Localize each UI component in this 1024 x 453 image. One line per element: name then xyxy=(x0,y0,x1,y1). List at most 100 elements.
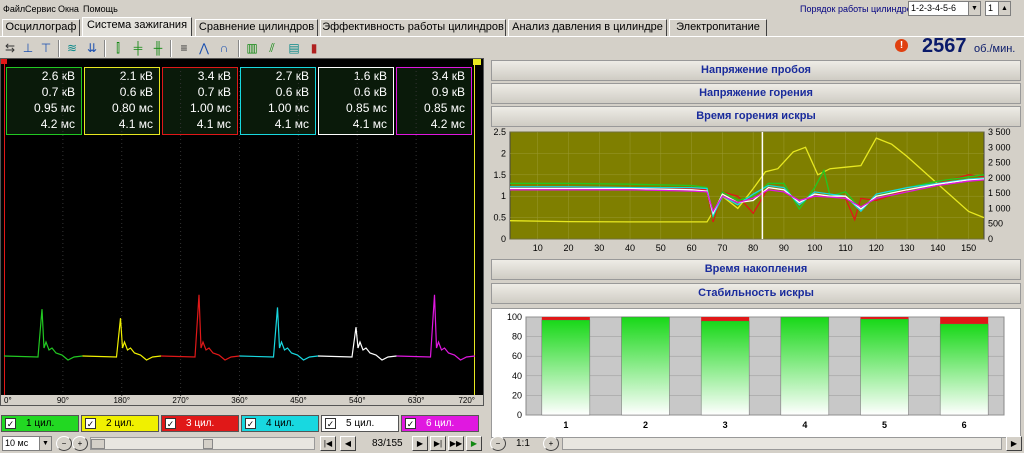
stability-bar-red xyxy=(940,317,989,324)
trend-x-tick: 110 xyxy=(838,243,852,253)
waveform-invert-icon[interactable]: ⊤ xyxy=(38,40,54,56)
next-frame-icon[interactable]: ▶ xyxy=(412,436,428,451)
cursor-tool-icon[interactable]: ⇆ xyxy=(2,40,18,56)
zoom-in-icon[interactable]: + xyxy=(543,436,559,451)
cylinder-3-toggle[interactable]: ✓ 3 цил. xyxy=(161,415,239,432)
bar-y-tick: 0 xyxy=(517,410,522,420)
scatter-graph-icon[interactable]: ▤ xyxy=(286,40,302,56)
menu-windows[interactable]: Окна xyxy=(58,4,79,14)
trend-x-tick: 120 xyxy=(869,243,884,253)
timebase-select[interactable]: 10 мс ▼ xyxy=(2,436,52,451)
scope-axis-tick: 180° xyxy=(113,396,130,405)
bar-x-tick: 3 xyxy=(723,420,728,430)
trend-x-tick: 70 xyxy=(717,243,727,253)
tab-cylinder-efficiency[interactable]: Эффективность работы цилиндров xyxy=(320,19,506,36)
marker-icon[interactable]: ⇊ xyxy=(84,40,100,56)
firing-order-index-spinner[interactable]: 1 ▲ xyxy=(985,1,1011,16)
checkbox-icon[interactable]: ✓ xyxy=(405,417,416,429)
section-spark-stability[interactable]: Стабильность искры xyxy=(491,283,1021,304)
trend-y-left-tick: 2 xyxy=(501,148,506,158)
warning-icon: ! xyxy=(895,39,908,52)
bar-x-tick: 4 xyxy=(802,420,807,430)
scroll-thumb[interactable] xyxy=(203,439,213,449)
trend-x-tick: 20 xyxy=(563,243,573,253)
chart-zoom-bar: − 1:1 + ▶ xyxy=(488,434,1024,453)
section-spark-duration[interactable]: Время горения искры xyxy=(491,106,1021,127)
oscilloscope-view[interactable]: 2.6 кВ 0.7 кВ 0.95 мс 4.2 мс 2.1 кВ 0.6 кВ 0.… xyxy=(0,58,484,406)
waveform-zoom-icon[interactable]: ⊥ xyxy=(20,40,36,56)
frame-counter: 83/155 xyxy=(372,438,403,449)
scope-axis-tick: 540° xyxy=(349,396,366,405)
checkbox-icon[interactable]: ✓ xyxy=(245,417,256,429)
trend-y-left-tick: 0 xyxy=(501,234,506,244)
bar-x-tick: 2 xyxy=(643,420,648,430)
cylinder-2-toggle[interactable]: ✓ 2 цил. xyxy=(81,415,159,432)
tab-cylinder-compare[interactable]: Сравнение цилиндров xyxy=(195,19,318,36)
firing-order-select[interactable]: 1-2-3-4-5-6 ▼ xyxy=(908,1,981,16)
stability-bar-green xyxy=(860,318,909,416)
scroll-left-icon[interactable] xyxy=(91,439,105,449)
bar-plot-area xyxy=(525,316,1005,416)
checkbox-icon[interactable]: ✓ xyxy=(85,417,96,429)
zoom-level: 1:1 xyxy=(516,438,530,449)
parade-view-icon[interactable]: ⫿ xyxy=(110,40,126,56)
bar-x-tick: 1 xyxy=(563,420,568,430)
bar-graph-icon[interactable]: ▥ xyxy=(244,40,260,56)
last-frame-icon[interactable]: ▶▶ xyxy=(448,436,464,451)
play-icon[interactable]: ▶ xyxy=(466,436,482,451)
chart-scroll-track[interactable] xyxy=(562,437,1002,450)
section-burn-voltage[interactable]: Напряжение горения xyxy=(491,83,1021,104)
tab-cylinder-pressure[interactable]: Анализ давления в цилиндре xyxy=(508,19,667,36)
checkbox-icon[interactable]: ✓ xyxy=(325,417,336,429)
rpm-unit: об./мин. xyxy=(974,43,1016,55)
curve-icon[interactable]: ∩ xyxy=(216,40,232,56)
trend-y-right-tick: 500 xyxy=(988,219,1003,229)
trend-x-tick: 90 xyxy=(779,243,789,253)
overlay-view-icon[interactable]: ╪ xyxy=(130,40,146,56)
zoom-out-icon[interactable]: − xyxy=(490,436,506,451)
menu-file[interactable]: Файл xyxy=(3,4,25,14)
spark-stability-bar-chart: 0 20 40 60 80 100 1 2 3 4 5 6 xyxy=(491,308,1021,438)
checkbox-icon[interactable]: ✓ xyxy=(165,417,176,429)
cylinder-4-toggle[interactable]: ✓ 4 цил. xyxy=(241,415,319,432)
bar-y-tick: 80 xyxy=(512,332,522,342)
trend-y-right-tick: 3 500 xyxy=(988,128,1011,137)
tab-power-supply[interactable]: Электропитание xyxy=(669,19,767,36)
zoom-in-icon[interactable]: + xyxy=(72,436,88,451)
section-breakdown-voltage[interactable]: Напряжение пробоя xyxy=(491,60,1021,81)
scroll-track[interactable] xyxy=(90,437,315,450)
trend-y-left-tick: 2.5 xyxy=(493,128,506,137)
raster-view-icon[interactable]: ╫ xyxy=(150,40,166,56)
cylinder-6-toggle[interactable]: ✓ 6 цил. xyxy=(401,415,479,432)
bar-y-tick: 100 xyxy=(507,312,522,322)
trend-x-tick: 80 xyxy=(748,243,758,253)
menu-help[interactable]: Помощь xyxy=(83,4,118,14)
scroll-right-icon[interactable]: ▶ xyxy=(1006,436,1022,451)
cylinder-5-toggle[interactable]: ✓ 5 цил. xyxy=(321,415,399,432)
first-frame-icon[interactable]: |◀ xyxy=(320,436,336,451)
zoom-out-icon[interactable]: − xyxy=(56,436,72,451)
spark-filter-icon[interactable]: ≋ xyxy=(64,40,80,56)
trend-graph-icon[interactable]: ⫽ xyxy=(264,40,280,56)
menu-service[interactable]: Сервис xyxy=(25,4,56,14)
spark-duration-trend-chart: 10 20 30 40 50 60 70 80 90 100 110 120 130 140 15000.5… xyxy=(493,128,1011,253)
grid-icon[interactable]: ≡ xyxy=(176,40,192,56)
stability-bar-red xyxy=(860,317,909,319)
scope-axis-tick: 630° xyxy=(408,396,425,405)
previous-frame-icon[interactable]: ◀ xyxy=(340,436,356,451)
tab-bar: Осциллограф Система зажигания Сравнение … xyxy=(0,17,1024,36)
trend-x-tick: 140 xyxy=(930,243,945,253)
peak-icon[interactable]: ⋀ xyxy=(196,40,212,56)
checkbox-icon[interactable]: ✓ xyxy=(5,417,16,429)
bar-x-tick: 5 xyxy=(882,420,887,430)
menu-bar: Файл Сервис Окна Помощь Порядок работы ц… xyxy=(0,0,1024,18)
section-dwell-time[interactable]: Время накопления xyxy=(491,259,1021,280)
cylinder-waveform xyxy=(239,307,319,361)
fast-forward-icon[interactable]: ▶| xyxy=(430,436,446,451)
tab-ignition[interactable]: Система зажигания xyxy=(82,17,192,36)
cylinder-toggle-bar: ✓ 1 цил. ✓ 2 цил. ✓ 3 цил. ✓ 4 цил. ✓ 5 цил. … xyxy=(0,413,484,433)
trend-y-left-tick: 1.5 xyxy=(493,170,506,180)
cylinder-1-toggle[interactable]: ✓ 1 цил. xyxy=(1,415,79,432)
tab-oscilloscope[interactable]: Осциллограф xyxy=(2,19,80,36)
histogram-icon[interactable]: ▮ xyxy=(306,40,322,56)
